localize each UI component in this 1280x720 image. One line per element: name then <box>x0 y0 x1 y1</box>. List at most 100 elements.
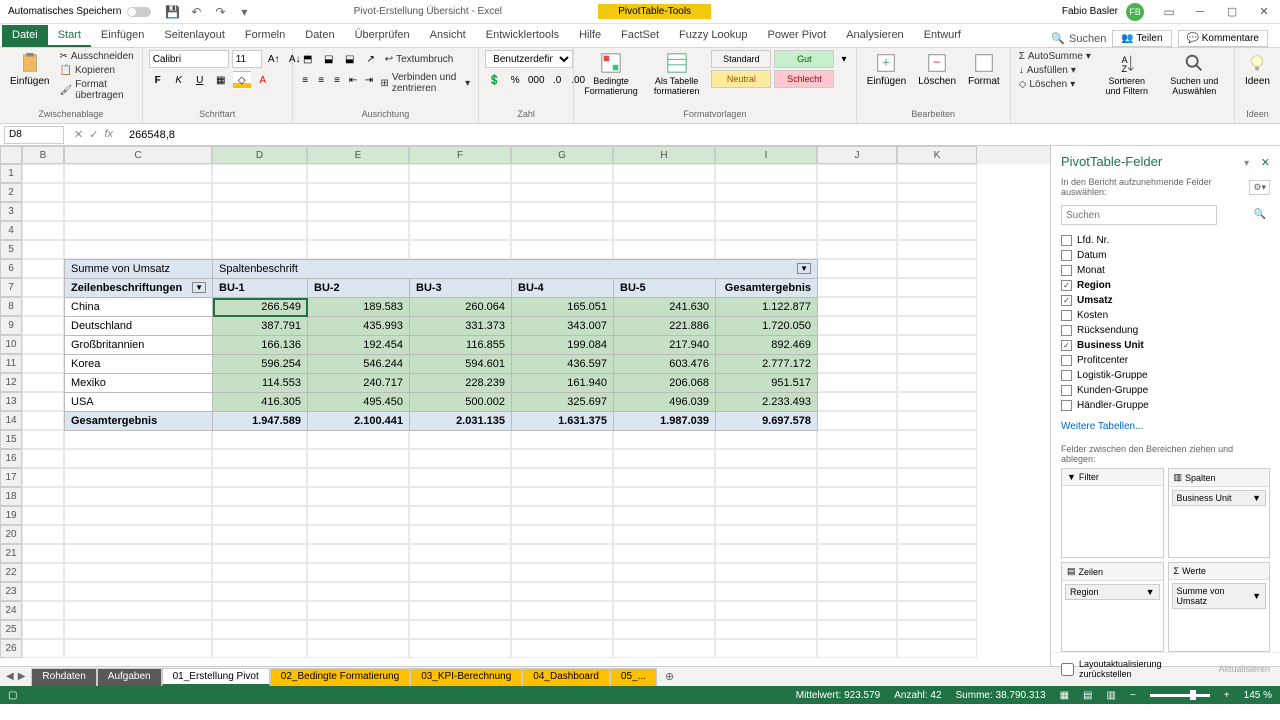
close-button[interactable]: ✕ <box>1248 0 1280 24</box>
cell[interactable] <box>897 373 977 392</box>
field-item[interactable]: Business Unit <box>1061 338 1270 353</box>
cell[interactable] <box>817 449 897 468</box>
cell[interactable] <box>64 639 212 658</box>
cell[interactable] <box>817 297 897 316</box>
formula-input[interactable] <box>123 129 1280 141</box>
cell[interactable] <box>511 563 613 582</box>
name-box[interactable] <box>4 126 64 144</box>
column-header[interactable]: D <box>212 146 307 164</box>
row-header[interactable]: 8 <box>0 297 22 316</box>
checkbox[interactable] <box>1061 355 1072 366</box>
cell[interactable] <box>511 525 613 544</box>
cell[interactable] <box>613 202 715 221</box>
cell[interactable] <box>409 506 511 525</box>
cell[interactable] <box>817 601 897 620</box>
redo-icon[interactable]: ↷ <box>213 5 227 19</box>
sheet-tab[interactable]: 05_... <box>610 668 657 686</box>
cell[interactable] <box>22 487 64 506</box>
checkbox[interactable] <box>1061 280 1072 291</box>
cell[interactable] <box>897 202 977 221</box>
cell[interactable] <box>817 639 897 658</box>
style-gut[interactable]: Gut <box>774 50 834 68</box>
pivot-col-header[interactable]: BU-4 <box>512 279 614 298</box>
defer-layout-checkbox[interactable] <box>1061 663 1074 676</box>
pivot-data-cell[interactable]: 343.007 <box>512 317 614 336</box>
cell[interactable] <box>22 202 64 221</box>
cell[interactable] <box>22 468 64 487</box>
record-macro-icon[interactable]: ▢ <box>8 690 17 701</box>
column-header[interactable]: F <box>409 146 511 164</box>
pivot-data-cell[interactable]: 241.630 <box>614 298 716 317</box>
ribbon-tab-hilfe[interactable]: Hilfe <box>569 25 611 47</box>
pivot-data-cell[interactable]: 2.777.172 <box>716 355 818 374</box>
field-item[interactable]: Rücksendung <box>1061 323 1270 338</box>
cell[interactable] <box>409 449 511 468</box>
cell[interactable] <box>817 392 897 411</box>
chevron-down-icon[interactable]: ▼ <box>192 282 206 293</box>
cell[interactable] <box>897 316 977 335</box>
cell[interactable] <box>613 183 715 202</box>
pivot-table[interactable]: Summe von Umsatz Spaltenbeschrift▼ Zeile… <box>64 259 818 431</box>
row-header[interactable]: 3 <box>0 202 22 221</box>
checkbox[interactable] <box>1061 295 1072 306</box>
column-header[interactable]: K <box>897 146 977 164</box>
row-header[interactable]: 19 <box>0 506 22 525</box>
share-button[interactable]: 👥 Teilen <box>1112 30 1171 47</box>
area-item[interactable]: Summe von Umsatz▼ <box>1172 583 1267 609</box>
row-header[interactable]: 26 <box>0 639 22 658</box>
cell[interactable] <box>817 373 897 392</box>
cell[interactable] <box>212 164 307 183</box>
cell[interactable] <box>22 563 64 582</box>
cell[interactable] <box>613 525 715 544</box>
row-header[interactable]: 13 <box>0 392 22 411</box>
sheet-nav-next-icon[interactable]: ▶ <box>18 671 26 682</box>
pivot-data-cell[interactable]: 114.553 <box>213 374 308 393</box>
update-button[interactable]: Aktualisieren <box>1218 664 1270 674</box>
sheet-tab[interactable]: Aufgaben <box>97 668 162 686</box>
cell[interactable] <box>511 221 613 240</box>
ideas-button[interactable]: Ideen <box>1241 50 1274 89</box>
cell[interactable] <box>817 582 897 601</box>
ribbon-tab-einfügen[interactable]: Einfügen <box>91 25 154 47</box>
row-header[interactable]: 6 <box>0 259 22 278</box>
gear-icon[interactable]: ⚙▾ <box>1249 180 1270 195</box>
view-normal-icon[interactable]: ▦ <box>1060 690 1069 701</box>
font-size-select[interactable] <box>232 50 262 68</box>
column-header[interactable]: E <box>307 146 409 164</box>
cell[interactable] <box>715 620 817 639</box>
cell[interactable] <box>22 449 64 468</box>
font-color-button[interactable]: A <box>254 71 272 89</box>
row-header[interactable]: 22 <box>0 563 22 582</box>
cell[interactable] <box>715 563 817 582</box>
cell[interactable] <box>715 525 817 544</box>
undo-icon[interactable]: ↶ <box>189 5 203 19</box>
cell[interactable] <box>715 183 817 202</box>
maximize-button[interactable]: ▢ <box>1216 0 1248 24</box>
close-icon[interactable]: ✕ <box>1261 157 1270 169</box>
column-header[interactable]: B <box>22 146 64 164</box>
cell[interactable] <box>511 506 613 525</box>
ribbon-tab-power pivot[interactable]: Power Pivot <box>758 25 837 47</box>
field-item[interactable]: Umsatz <box>1061 293 1270 308</box>
cell[interactable] <box>897 563 977 582</box>
cell[interactable] <box>22 506 64 525</box>
pivot-col-header[interactable]: BU-3 <box>410 279 512 298</box>
cell[interactable] <box>307 487 409 506</box>
pivot-data-cell[interactable]: 594.601 <box>410 355 512 374</box>
merge-button[interactable]: ⊞Verbinden und zentrieren ▾ <box>378 71 472 95</box>
row-header[interactable]: 12 <box>0 373 22 392</box>
cell[interactable] <box>511 240 613 259</box>
pivot-col-header[interactable]: BU-1 <box>213 279 308 298</box>
checkbox[interactable] <box>1061 370 1072 381</box>
cell[interactable] <box>817 278 897 297</box>
row-header[interactable]: 2 <box>0 183 22 202</box>
cell[interactable] <box>817 354 897 373</box>
cell[interactable] <box>64 221 212 240</box>
cell[interactable] <box>22 544 64 563</box>
ribbon-tab-entwurf[interactable]: Entwurf <box>914 25 971 47</box>
cell[interactable] <box>22 525 64 544</box>
cell[interactable] <box>212 563 307 582</box>
row-header[interactable]: 1 <box>0 164 22 183</box>
number-format-select[interactable]: Benutzerdefiniert <box>485 50 573 68</box>
cell[interactable] <box>307 639 409 658</box>
